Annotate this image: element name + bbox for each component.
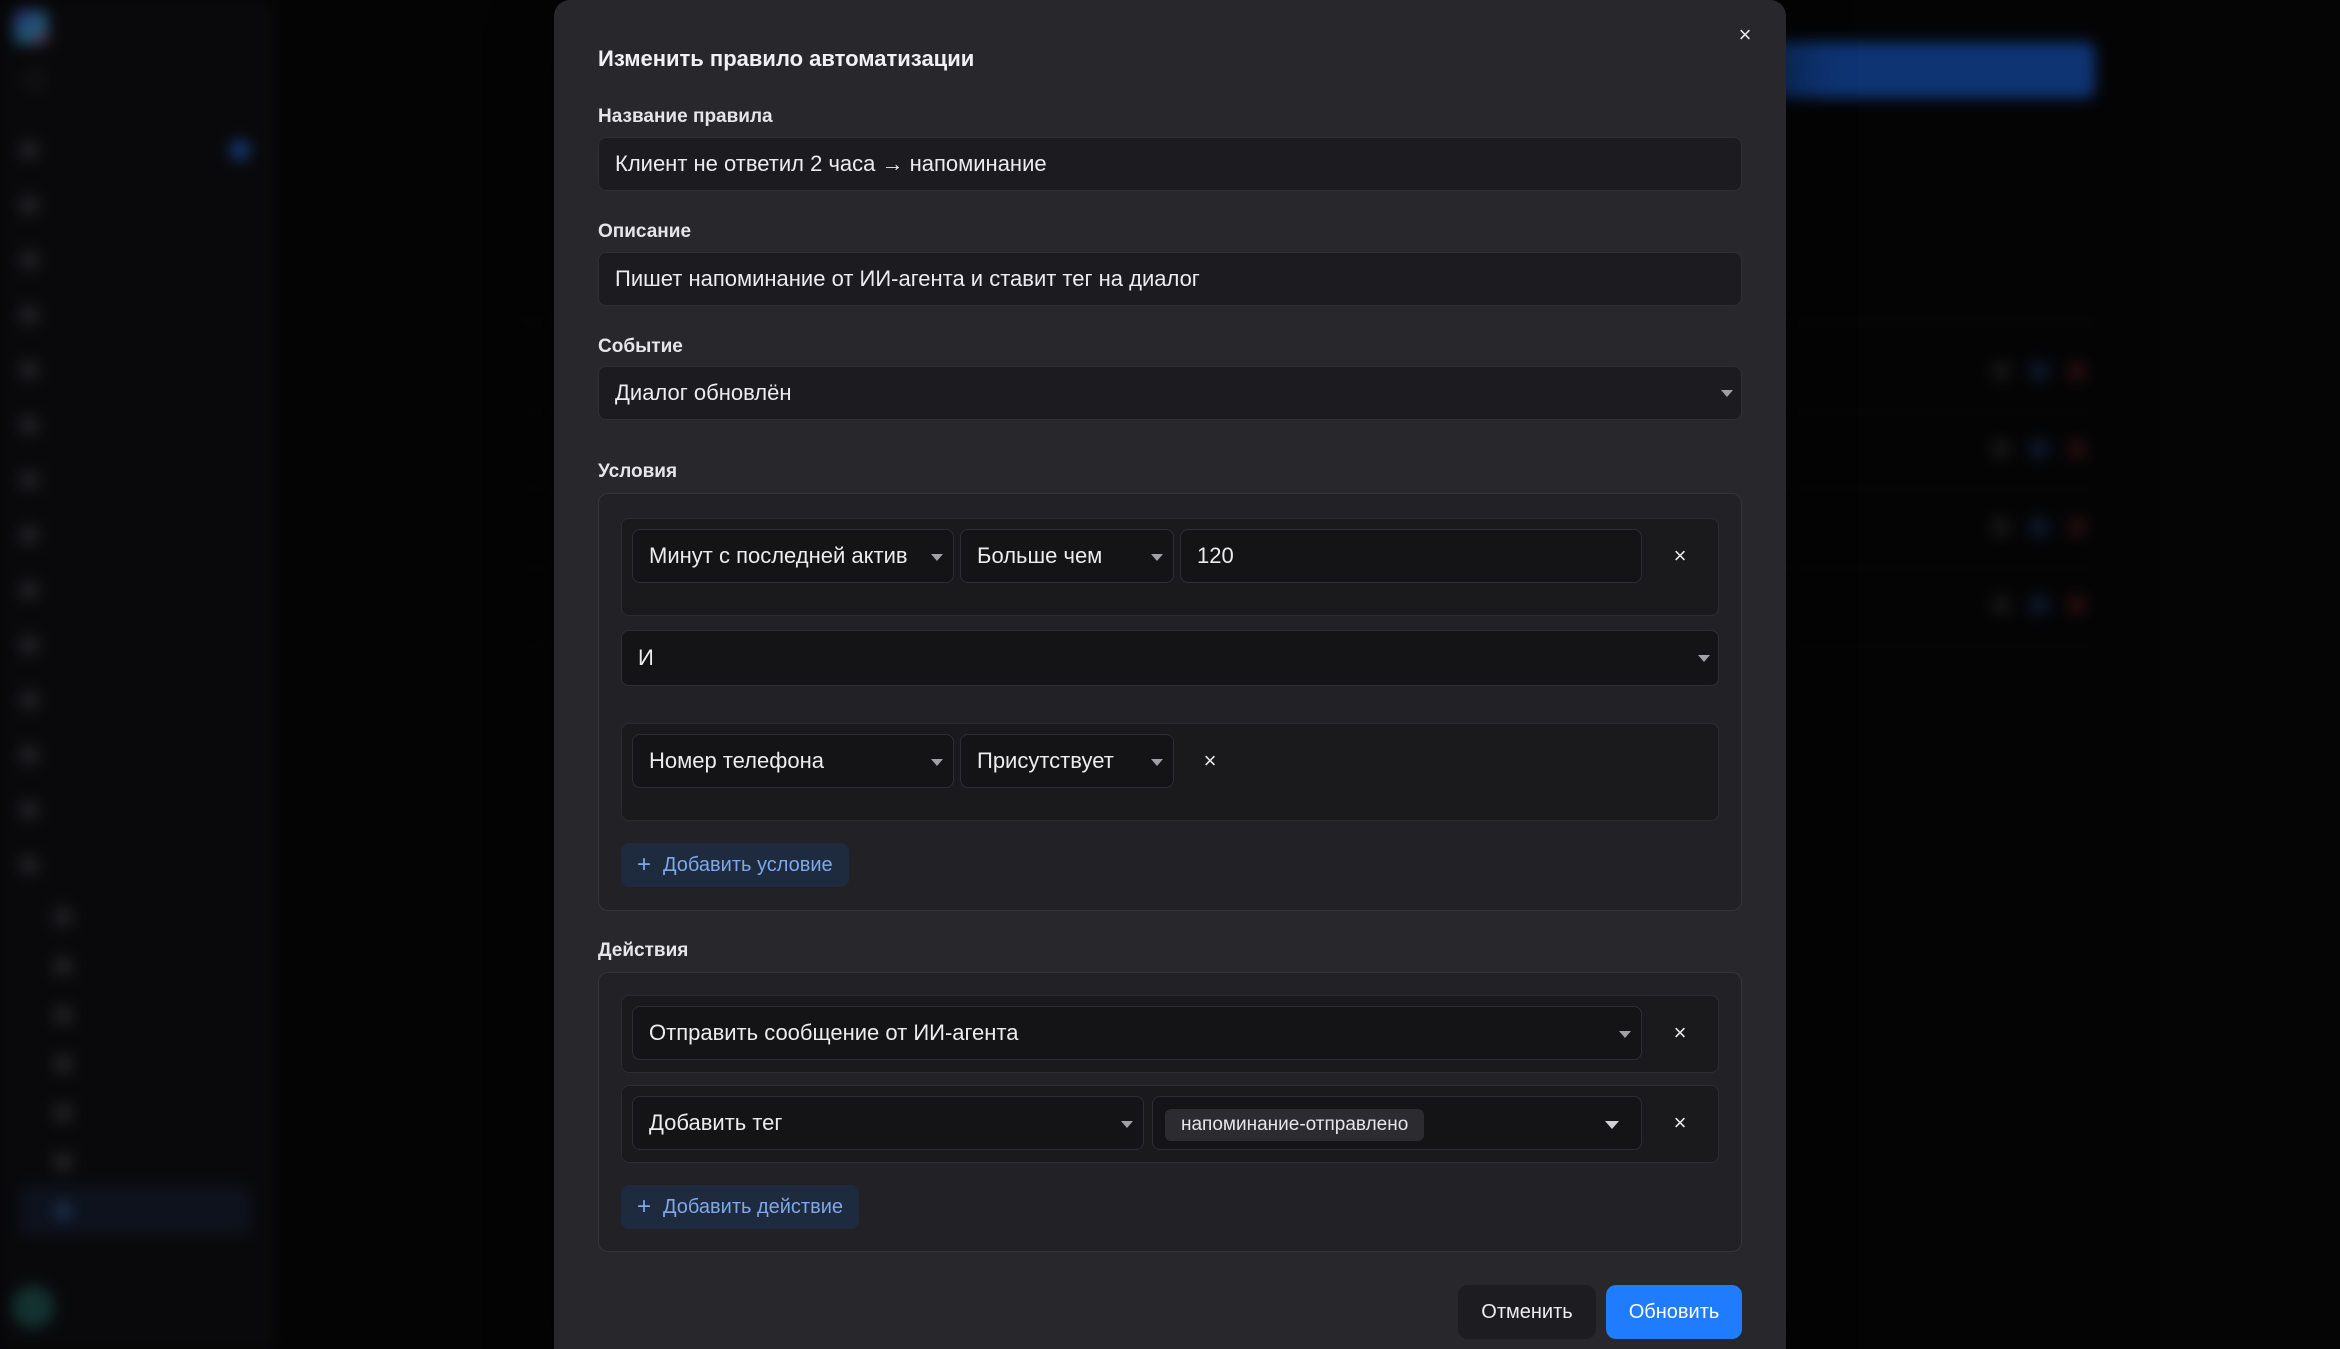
conditions-panel: Минут с последней актив Больше чем 120 ×… xyxy=(598,493,1742,911)
chevron-down-icon xyxy=(931,554,943,561)
condition-row: Номер телефона Присутствует × xyxy=(621,723,1719,821)
condition-operator-value: Больше чем xyxy=(977,543,1103,568)
modal-title: Изменить правило автоматизации xyxy=(598,46,975,71)
add-action-button[interactable]: + Добавить действие xyxy=(621,1185,860,1229)
tag-chip: напоминание-отправлено xyxy=(1165,1109,1425,1141)
plus-icon: + xyxy=(637,1193,652,1220)
actions-panel: Отправить сообщение от ИИ-агента × Добав… xyxy=(598,972,1742,1252)
chevron-down-icon xyxy=(1721,390,1733,397)
chevron-down-icon xyxy=(931,759,943,766)
plus-icon: + xyxy=(637,851,652,878)
event-label: Событие xyxy=(598,336,683,357)
actions-label: Действия xyxy=(598,940,689,961)
chevron-down-icon xyxy=(1619,1031,1631,1038)
action-row: Добавить тег напоминание-отправлено × xyxy=(621,1085,1719,1163)
add-condition-button[interactable]: + Добавить условие xyxy=(621,843,849,887)
action-type-value: Добавить тег xyxy=(649,1110,783,1135)
condition-operator-select[interactable]: Больше чем xyxy=(960,529,1174,583)
condition-logic-select[interactable]: И xyxy=(621,630,1719,686)
condition-value-input[interactable]: 120 xyxy=(1180,529,1642,583)
condition-field-value: Минут с последней актив xyxy=(649,543,908,568)
close-icon[interactable]: × xyxy=(1666,1019,1694,1047)
chevron-down-icon xyxy=(1605,1121,1619,1129)
condition-field-select[interactable]: Номер телефона xyxy=(632,734,954,788)
edit-automation-rule-modal: × Изменить правило автоматизации Названи… xyxy=(554,0,1786,1349)
action-type-select[interactable]: Отправить сообщение от ИИ-агента xyxy=(632,1006,1642,1060)
close-icon[interactable]: × xyxy=(1732,22,1758,48)
description-label: Описание xyxy=(598,221,692,242)
update-button[interactable]: Обновить xyxy=(1606,1285,1742,1339)
close-icon[interactable]: × xyxy=(1196,747,1224,775)
close-icon[interactable]: × xyxy=(1666,1109,1694,1137)
condition-row: Минут с последней актив Больше чем 120 × xyxy=(621,518,1719,616)
chevron-down-icon xyxy=(1151,554,1163,561)
conditions-label: Условия xyxy=(598,461,678,482)
add-action-label: Добавить действие xyxy=(663,1195,844,1218)
event-select[interactable]: Диалог обновлён xyxy=(598,366,1742,420)
chevron-down-icon xyxy=(1698,655,1710,662)
cancel-button[interactable]: Отменить xyxy=(1458,1285,1596,1339)
description-field[interactable] xyxy=(598,252,1742,306)
chevron-down-icon xyxy=(1121,1121,1133,1128)
condition-logic-value: И xyxy=(638,645,654,670)
tag-select[interactable]: напоминание-отправлено xyxy=(1152,1096,1642,1150)
action-row: Отправить сообщение от ИИ-агента × xyxy=(621,995,1719,1073)
condition-field-select[interactable]: Минут с последней актив xyxy=(632,529,954,583)
rule-name-label: Название правила xyxy=(598,106,773,127)
condition-field-value: Номер телефона xyxy=(649,748,824,773)
description-input[interactable] xyxy=(615,266,1741,292)
action-type-select[interactable]: Добавить тег xyxy=(632,1096,1144,1150)
chevron-down-icon xyxy=(1151,759,1163,766)
event-select-value: Диалог обновлён xyxy=(615,380,792,405)
rule-name-field[interactable] xyxy=(598,137,1742,191)
condition-operator-value: Присутствует xyxy=(977,748,1114,773)
condition-operator-select[interactable]: Присутствует xyxy=(960,734,1174,788)
condition-value-text: 120 xyxy=(1197,543,1234,568)
rule-name-input[interactable] xyxy=(615,151,1741,177)
close-icon[interactable]: × xyxy=(1666,542,1694,570)
action-type-value: Отправить сообщение от ИИ-агента xyxy=(649,1020,1019,1045)
add-condition-label: Добавить условие xyxy=(663,853,833,876)
